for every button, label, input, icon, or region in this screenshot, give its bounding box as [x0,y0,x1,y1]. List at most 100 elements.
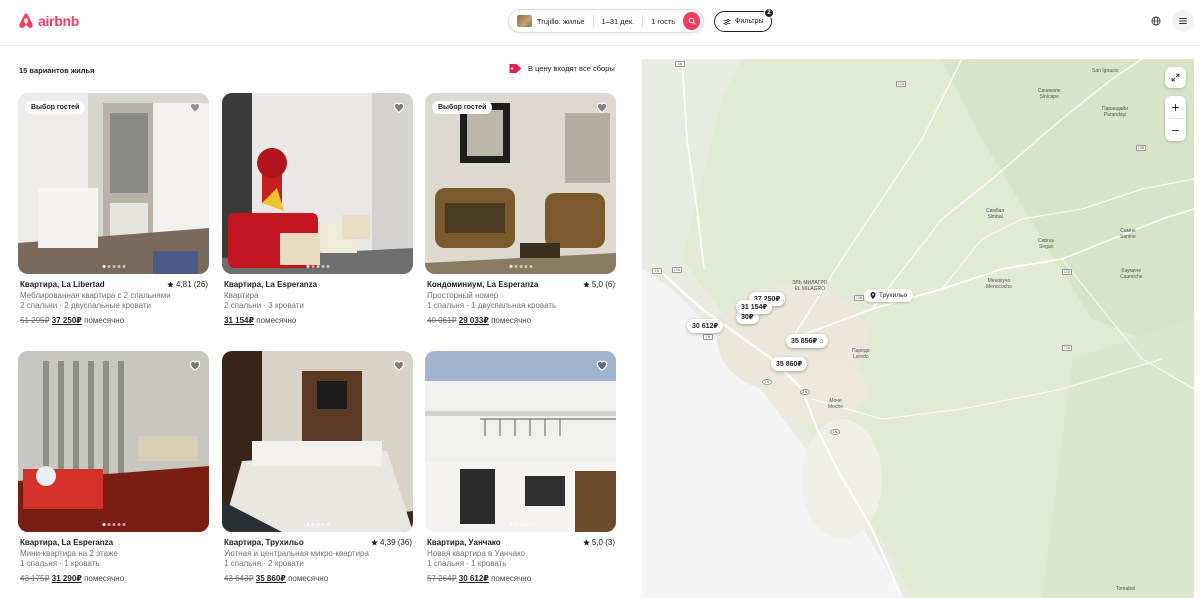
listing-title: Квартира, La Esperanza [224,280,318,289]
map-price-pin[interactable]: 35 856₽ ⌂ [786,334,829,348]
star-icon [583,539,590,546]
listing-photo[interactable] [222,93,413,274]
heart-icon[interactable] [595,100,609,114]
road-shield: 10A [1062,345,1072,351]
map-place-label: ЭЛЬ МИЛАГРО EL MILAGRO [792,280,828,292]
old-price: 43 643₽ [224,574,254,583]
old-price: 51 295₽ [20,316,50,325]
rating-value: 4,39 (36) [379,538,412,547]
airbnb-logo-icon [19,13,33,28]
listing-photo[interactable] [222,351,413,532]
listing-image [18,351,209,532]
listing-title: Квартира, La Esperanza [20,538,114,547]
zoom-in-button[interactable] [1165,96,1186,118]
listing-card[interactable]: Квартира, La Esperanza Мини-квартира на … [18,351,210,583]
pin-price: 35 856₽ [791,338,818,345]
road-shield: 10B [1136,145,1146,151]
carousel-dots[interactable] [306,523,329,526]
current-price[interactable]: 37 250₽ [52,316,82,325]
listing-card[interactable]: Квартира, Трухильо 4,39 (36) Уютная и це… [222,351,414,583]
main-menu-button[interactable] [1172,10,1194,32]
listing-card[interactable]: Квартира, La Esperanza Квартира 2 спальн… [222,93,414,325]
price-period: помесячно [491,316,532,325]
listing-photo[interactable]: Выбор гостей [425,93,616,274]
carousel-dots[interactable] [102,523,125,526]
listing-description: Новая квартира в Уанчако [427,549,526,558]
listing-image [425,351,616,532]
listing-card[interactable]: Выбор гостей Кондоминиум, La Esperanza 5… [425,93,617,325]
heart-icon[interactable] [392,100,406,114]
road-shield: 10A [1062,269,1072,275]
guest-favorite-badge: Выбор гостей [432,101,493,114]
listing-title: Квартира, Трухильо [224,538,304,547]
heart-icon[interactable] [392,358,406,372]
filters-label: Фильтры [735,18,764,25]
listing-photo[interactable] [18,351,209,532]
current-price[interactable]: 31 290₽ [52,574,82,583]
current-price[interactable]: 35 860₽ [256,574,286,583]
search-button[interactable] [683,12,700,30]
globe-icon [1151,16,1161,26]
listing-price: 31 154₽ помесячно [222,316,414,325]
current-price[interactable]: 29 033₽ [459,316,489,325]
price-period: помесячно [84,316,125,325]
listing-title: Квартира, Уанчако [427,538,501,547]
map-place-label: Синикапе Sinicape [1038,88,1061,100]
heart-icon[interactable] [188,358,202,372]
current-price[interactable]: 31 154₽ [224,316,254,325]
logo-wordmark: airbnb [38,13,79,29]
map-price-pin[interactable]: 31 154₽ [736,300,773,314]
hamburger-icon [1179,18,1187,24]
listing-image [222,351,413,532]
listing-description: Просторный номер [427,291,499,300]
listing-beds: 1 спальня · 1 кровать [20,559,100,568]
carousel-dots[interactable] [306,265,329,268]
star-icon [167,281,174,288]
carousel-dots[interactable] [509,523,532,526]
expand-map-button[interactable] [1165,67,1186,88]
search-guests[interactable]: 1 гость [643,17,683,26]
carousel-dots[interactable] [509,265,532,268]
listing-price: 51 295₽ 37 250₽ помесячно [18,316,210,325]
listing-beds: 1 спальня · 1 двуспальная кровать [427,301,557,310]
current-price[interactable]: 30 612₽ [459,574,489,583]
search-bar[interactable]: Trujillo: жилье 1–31 дек. 1 гость [508,9,704,33]
location-thumbnail [517,15,532,27]
search-dates[interactable]: 1–31 дек. [594,17,643,26]
results-map[interactable]: San Ignacio Синикапе Sinicape Парандайи … [642,59,1194,598]
price-period: помесячно [84,574,125,583]
map-place-label: Симбал Simbal [986,208,1005,220]
zoom-controls [1165,96,1186,141]
old-price: 57 264₽ [427,574,457,583]
map-price-pin[interactable]: 35 860₽ [771,357,808,371]
listing-photo[interactable] [425,351,616,532]
zoom-out-button[interactable] [1165,119,1186,141]
heart-icon[interactable] [188,100,202,114]
listing-card[interactable]: Выбор гостей Квартира, La Libertad 4,81 … [18,93,210,325]
listing-card[interactable]: Квартира, Уанчако 5,0 (3) Новая квартира… [425,351,617,583]
road-shield: 1N [675,61,685,67]
map-terrain [642,59,1194,598]
listing-rating: 4,39 (36) [371,538,412,547]
star-icon [371,539,378,546]
heart-icon[interactable] [595,358,609,372]
rating-value: 4,81 (26) [175,280,208,289]
price-notice: В цену входят все сборы [508,62,615,75]
rating-value: 5,0 (3) [591,538,615,547]
road-shield: 10A [672,267,682,273]
filters-button[interactable]: Фильтры 2 [714,8,774,32]
search-location[interactable]: Trujillo: жилье [532,17,593,26]
listing-beds: 1 спальня · 1 кровать [427,559,507,568]
listing-photo[interactable]: Выбор гостей [18,93,209,274]
price-period: помесячно [288,574,329,583]
minus-icon [1172,129,1179,131]
map-price-pin[interactable]: 30 612₽ [687,319,724,333]
airbnb-logo[interactable]: airbnb [18,12,79,30]
listing-price: 43 643₽ 35 860₽ помесячно [222,574,414,583]
city-marker[interactable]: Трухильо [864,289,914,302]
carousel-dots[interactable] [102,265,125,268]
old-price: 40 061₽ [427,316,457,325]
results-count: 15 вариантов жилья [19,66,95,75]
map-place-label: Менокучо Menocucho [986,278,1012,290]
language-button[interactable] [1145,10,1167,32]
